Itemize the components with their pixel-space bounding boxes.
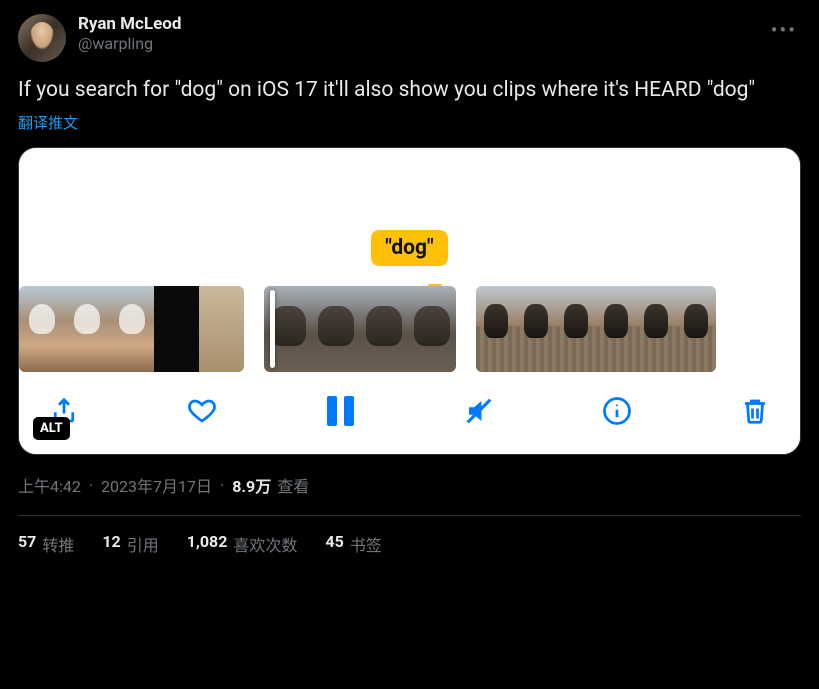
pause-icon[interactable] [323, 394, 357, 428]
timeline-frame [636, 286, 676, 372]
media-toolbar [19, 372, 800, 454]
bookmarks-stat[interactable]: 45 书签 [325, 532, 381, 556]
clip-group[interactable] [476, 286, 716, 372]
media-whitespace [19, 148, 800, 230]
stat-label: 引用 [127, 532, 159, 556]
handle: @warpling [78, 34, 755, 53]
timeline-frame [312, 286, 360, 372]
timeline-frame [556, 286, 596, 372]
translate-link[interactable]: 翻译推文 [18, 112, 78, 133]
timeline-frame [154, 286, 199, 372]
timeline-frame [199, 286, 244, 372]
timeline-frame [64, 286, 109, 372]
stat-number: 1,082 [187, 532, 228, 556]
stat-number: 45 [325, 532, 343, 556]
info-icon[interactable] [600, 394, 634, 428]
timeline-frame [408, 286, 456, 372]
avatar[interactable] [18, 14, 66, 62]
separator-dot: · [89, 476, 93, 495]
tweet-container: Ryan McLeod @warpling ••• If you search … [0, 0, 819, 566]
media-card[interactable]: "dog" [18, 147, 801, 455]
timeline-frame [109, 286, 154, 372]
retweets-stat[interactable]: 57 转推 [18, 532, 74, 556]
display-name: Ryan McLeod [78, 14, 755, 34]
clip-group[interactable] [19, 286, 244, 372]
separator-dot: · [220, 476, 224, 495]
timeline-frame [360, 286, 408, 372]
tweet-time[interactable]: 上午4:42 [18, 473, 81, 497]
mute-icon[interactable] [462, 394, 496, 428]
stat-number: 57 [18, 532, 36, 556]
caption-bubble: "dog" [371, 230, 447, 266]
stat-label: 转推 [42, 532, 74, 556]
trash-icon[interactable] [738, 394, 772, 428]
tweet-date[interactable]: 2023年7月17日 [101, 473, 212, 497]
tweet-text: If you search for "dog" on iOS 17 it'll … [18, 76, 801, 104]
timeline-frame [596, 286, 636, 372]
more-options-button[interactable]: ••• [767, 14, 801, 46]
views-label: 查看 [277, 473, 309, 497]
likes-stat[interactable]: 1,082 喜欢次数 [187, 532, 298, 556]
views-count[interactable]: 8.9万 [232, 473, 271, 497]
timeline-frame [516, 286, 556, 372]
author-block[interactable]: Ryan McLeod @warpling [78, 14, 755, 53]
stat-number: 12 [102, 532, 120, 556]
heart-icon[interactable] [185, 394, 219, 428]
tweet-meta: 上午4:42 · 2023年7月17日 · 8.9万 查看 [18, 473, 801, 516]
alt-badge[interactable]: ALT [33, 417, 70, 440]
caption-row: "dog" [19, 230, 800, 286]
timeline-frame [19, 286, 64, 372]
playhead[interactable] [270, 290, 275, 368]
stat-label: 喜欢次数 [233, 532, 297, 556]
quotes-stat[interactable]: 12 引用 [102, 532, 158, 556]
clip-timeline[interactable] [19, 286, 800, 372]
tweet-stats: 57 转推 12 引用 1,082 喜欢次数 45 书签 [18, 532, 801, 556]
stat-label: 书签 [350, 532, 382, 556]
timeline-frame [476, 286, 516, 372]
tweet-header: Ryan McLeod @warpling ••• [18, 14, 801, 62]
clip-group[interactable] [264, 286, 456, 372]
timeline-frame [676, 286, 716, 372]
